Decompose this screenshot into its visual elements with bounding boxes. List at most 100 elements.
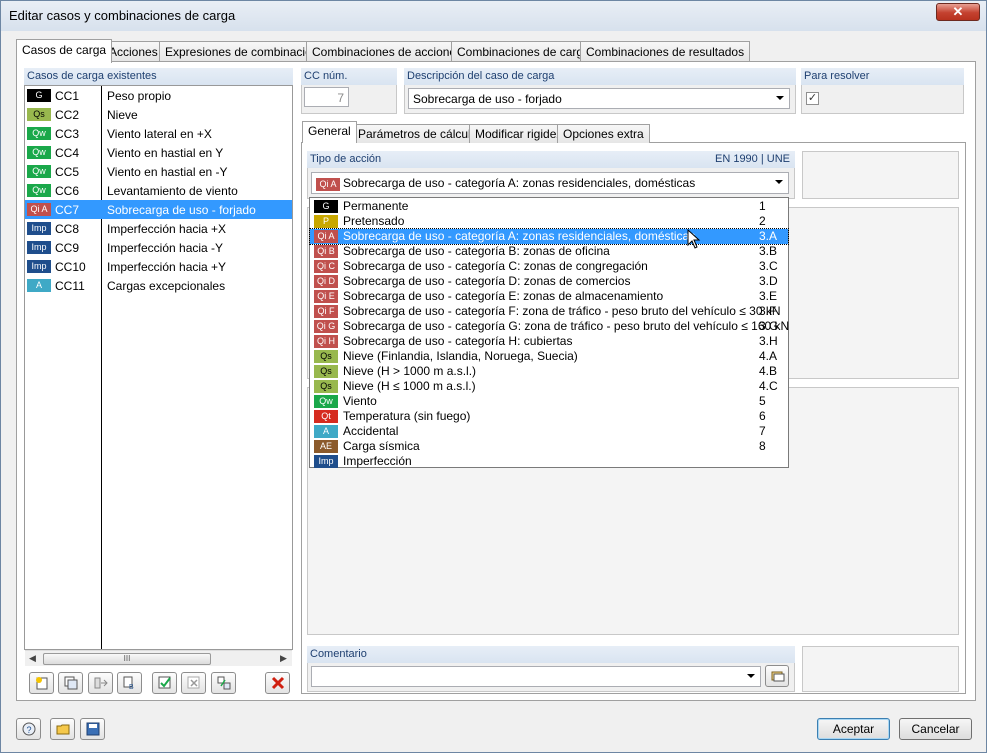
- list-item[interactable]: Qw CC3 Viento lateral en +X: [25, 124, 292, 143]
- tab-acciones[interactable]: Acciones: [103, 41, 164, 61]
- action-badge: AE: [314, 440, 338, 453]
- description-value: Sobrecarga de uso - forjado: [413, 92, 562, 106]
- list-item[interactable]: G CC1 Peso propio: [25, 86, 292, 105]
- renumber-button[interactable]: [88, 672, 113, 694]
- dropdown-option[interactable]: Qs Nieve (H > 1000 m a.s.l.) 4.B: [310, 364, 788, 379]
- subtab-parametros-calculo[interactable]: Parámetros de cálculo: [352, 124, 484, 143]
- option-code: 3.E: [759, 289, 778, 303]
- comentario-select[interactable]: [311, 666, 761, 687]
- action-badge: Qw: [27, 165, 51, 178]
- action-badge: Qi F: [314, 305, 338, 318]
- load-case-id: CC2: [55, 108, 80, 122]
- help-button[interactable]: ?: [16, 718, 41, 740]
- deselect-all-button[interactable]: [181, 672, 206, 694]
- option-label: Sobrecarga de uso - categoría C: zonas d…: [343, 259, 648, 273]
- list-item[interactable]: Qs CC2 Nieve: [25, 105, 292, 124]
- dropdown-option[interactable]: Qi D Sobrecarga de uso - categoría D: zon…: [310, 274, 788, 289]
- list-item[interactable]: Qw CC4 Viento en hastial en Y: [25, 143, 292, 162]
- list-item[interactable]: Imp CC8 Imperfección hacia +X: [25, 219, 292, 238]
- option-code: 3.F: [759, 304, 777, 318]
- option-code: 6: [759, 409, 766, 423]
- list-item[interactable]: A CC11 Cargas excepcionales: [25, 276, 292, 295]
- dropdown-option[interactable]: Qi G Sobrecarga de uso - categoría G: zon…: [310, 319, 789, 334]
- description-select[interactable]: Sobrecarga de uso - forjado: [408, 88, 790, 109]
- list-item[interactable]: Qi A CC7 Sobrecarga de uso - forjado: [25, 200, 292, 219]
- action-badge: Qw: [27, 146, 51, 159]
- delete-icon: [271, 676, 285, 690]
- subtab-opciones-extra[interactable]: Opciones extra: [557, 124, 650, 143]
- dropdown-option[interactable]: Imp Imperfección: [310, 454, 788, 469]
- import-button[interactable]: [211, 672, 236, 694]
- subtab-general[interactable]: General: [302, 121, 357, 143]
- dropdown-option[interactable]: AE Carga sísmica 8: [310, 439, 788, 454]
- new-load-case-button[interactable]: [29, 672, 54, 694]
- dropdown-option[interactable]: Qi B Sobrecarga de uso - categoría B: zon…: [310, 244, 788, 259]
- scroll-left-icon[interactable]: ◀: [29, 653, 36, 664]
- load-case-properties-button[interactable]: B: [117, 672, 142, 694]
- dropdown-option[interactable]: Qi H Sobrecarga de uso - categoría H: cub…: [310, 334, 788, 349]
- select-all-button[interactable]: [152, 672, 177, 694]
- open-button[interactable]: [50, 718, 75, 740]
- tab-expresiones-combinacion[interactable]: Expresiones de combinación: [159, 41, 325, 61]
- action-badge: Qi G: [314, 320, 338, 333]
- option-code: 5: [759, 394, 766, 408]
- horizontal-scrollbar[interactable]: ◀ III ▶: [25, 650, 292, 666]
- copy-icon: [64, 676, 78, 690]
- action-badge: Qi B: [314, 245, 338, 258]
- load-case-description: Sobrecarga de uso - forjado: [107, 203, 256, 217]
- load-cases-list[interactable]: G CC1 Peso propio Qs CC2 Nieve Qw CC3 Viento lat…: [24, 85, 293, 650]
- option-code: 3.H: [759, 334, 778, 348]
- chevron-down-icon: [775, 180, 783, 184]
- check-icon: [158, 676, 171, 689]
- list-item[interactable]: Imp CC10 Imperfección hacia +Y: [25, 257, 292, 276]
- cc-num-field[interactable]: 7: [304, 87, 349, 107]
- action-badge: Qw: [314, 395, 338, 408]
- list-item[interactable]: Qw CC5 Viento en hastial en -Y: [25, 162, 292, 181]
- chevron-down-icon: [747, 674, 755, 678]
- comentario-label: Comentario: [307, 646, 795, 663]
- action-type-dropdown[interactable]: G Permanente 1 P Pretensado 2 Qi A Sobrecarga d…: [309, 197, 789, 468]
- tab-combinaciones-carga[interactable]: Combinaciones de carga: [451, 41, 596, 61]
- scroll-thumb[interactable]: III: [43, 653, 211, 665]
- option-code: 4.C: [759, 379, 778, 393]
- delete-load-case-button[interactable]: [265, 672, 290, 694]
- subtab-modificar-rigidez[interactable]: Modificar rigidez: [469, 124, 569, 143]
- accept-button[interactable]: Aceptar: [817, 718, 890, 740]
- dropdown-option[interactable]: Qi E Sobrecarga de uso - categoría E: zon…: [310, 289, 788, 304]
- load-case-id: CC6: [55, 184, 80, 198]
- copy-load-case-button[interactable]: [58, 672, 83, 694]
- dropdown-option[interactable]: Qt Temperatura (sin fuego) 6: [310, 409, 788, 424]
- cc-num-label: CC núm.: [301, 68, 397, 85]
- action-badge: Imp: [27, 260, 51, 273]
- dropdown-option[interactable]: P Pretensado 2: [310, 214, 788, 229]
- dropdown-option[interactable]: A Accidental 7: [310, 424, 788, 439]
- mouse-cursor-icon: [687, 229, 701, 249]
- dropdown-option[interactable]: Qi A Sobrecarga de uso - categoría A: zon…: [309, 228, 789, 245]
- option-code: 4.A: [759, 349, 778, 363]
- action-badge: Qi H: [314, 335, 338, 348]
- load-case-description: Peso propio: [107, 89, 172, 103]
- tab-combinaciones-acciones[interactable]: Combinaciones de acciones: [306, 41, 469, 61]
- load-case-description: Cargas excepcionales: [107, 279, 226, 293]
- tab-combinaciones-resultados[interactable]: Combinaciones de resultados: [580, 41, 751, 61]
- tab-casos-de-carga[interactable]: Casos de carga: [16, 39, 113, 63]
- list-item[interactable]: Imp CC9 Imperfección hacia -Y: [25, 238, 292, 257]
- option-label: Permanente: [343, 199, 409, 213]
- close-button[interactable]: ✕: [936, 3, 980, 21]
- dropdown-option[interactable]: Qw Viento 5: [310, 394, 788, 409]
- comentario-browse-button[interactable]: [765, 665, 789, 687]
- dropdown-option[interactable]: Qi C Sobrecarga de uso - categoría C: zon…: [310, 259, 788, 274]
- option-label: Sobrecarga de uso - categoría H: cubiert…: [343, 334, 573, 348]
- dropdown-option[interactable]: Qi F Sobrecarga de uso - categoría F: zon…: [310, 304, 788, 319]
- dropdown-option[interactable]: Qs Nieve (Finlandia, Islandia, Noruega, S…: [310, 349, 788, 364]
- option-code: 3.G: [759, 319, 779, 333]
- option-label: Carga sísmica: [343, 439, 420, 453]
- save-button[interactable]: [80, 718, 105, 740]
- list-item[interactable]: Qw CC6 Levantamiento de viento: [25, 181, 292, 200]
- tipo-accion-select[interactable]: Qi A Sobrecarga de uso - categoría A: zon…: [311, 172, 789, 194]
- cancel-button[interactable]: Cancelar: [899, 718, 972, 740]
- dropdown-option[interactable]: G Permanente 1: [310, 199, 788, 214]
- scroll-right-icon[interactable]: ▶: [280, 653, 287, 664]
- para-resolver-checkbox[interactable]: ✓: [806, 92, 819, 105]
- dropdown-option[interactable]: Qs Nieve (H ≤ 1000 m a.s.l.) 4.C: [310, 379, 788, 394]
